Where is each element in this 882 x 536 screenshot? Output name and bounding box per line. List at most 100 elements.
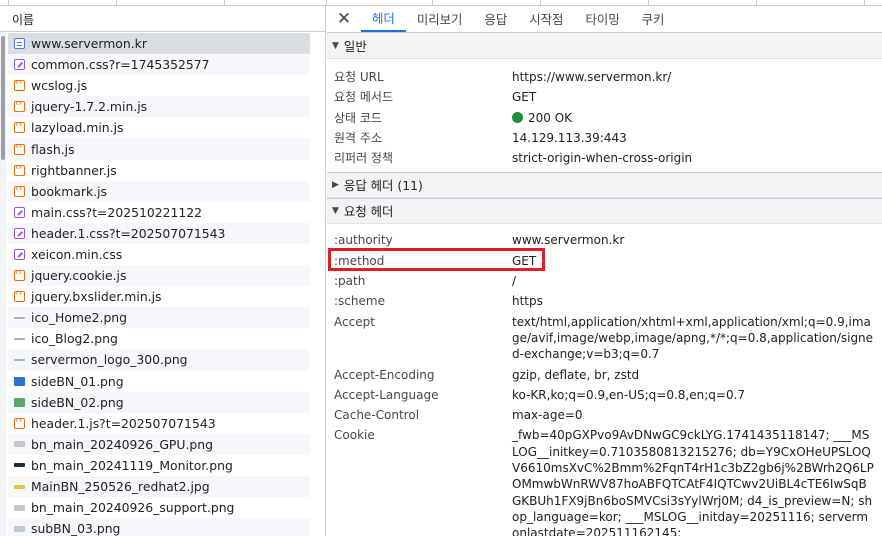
request-row[interactable]: bookmark.js xyxy=(8,180,310,202)
request-row[interactable]: jquery.cookie.js xyxy=(8,265,310,287)
request-name: sideBN_02.png xyxy=(31,394,124,410)
details-tab-bar: ✕ 헤더 미리보기 응답 시작점 타이밍 쿠키 xyxy=(327,6,882,33)
script-icon xyxy=(14,289,25,303)
general-section-title: 일반 xyxy=(343,38,367,54)
header-name: :authority xyxy=(334,233,393,248)
request-name: subBN_03.png xyxy=(31,521,121,536)
header-value: www.servermon.kr xyxy=(512,233,625,248)
request-row[interactable]: ico_Blog2.png xyxy=(8,328,310,349)
script-icon xyxy=(14,99,25,113)
header-row: 원격 주소 14.129.113.39:443 xyxy=(327,128,882,148)
request-row[interactable]: jquery.bxslider.min.js xyxy=(8,286,310,307)
script-icon xyxy=(14,268,25,282)
request-row[interactable]: sideBN_01.png xyxy=(8,371,310,392)
header-name: 요청 메서드 xyxy=(334,90,394,105)
request-row[interactable]: common.css?r=1745352577 xyxy=(8,54,310,76)
request-name: jquery.bxslider.min.js xyxy=(31,289,162,305)
request-name: www.servermon.kr xyxy=(31,36,147,52)
request-row[interactable]: servermon_logo_300.png xyxy=(8,349,310,371)
name-column-header[interactable]: 이름 xyxy=(0,6,325,32)
header-name: Cache-Control xyxy=(334,408,420,423)
triangle-right-icon: ▶ xyxy=(332,180,339,191)
header-value: max-age=0 xyxy=(512,408,583,423)
request-row[interactable]: flash.js xyxy=(8,138,310,160)
header-value: strict-origin-when-cross-origin xyxy=(512,151,693,166)
request-row[interactable]: ico_Home2.png xyxy=(8,307,310,329)
request-row[interactable]: xeicon.min.css xyxy=(8,244,310,265)
stylesheet-icon xyxy=(14,248,25,260)
header-value: ko-KR,ko;q=0.9,en-US;q=0.8,en;q=0.7 xyxy=(512,387,746,402)
request-name: jquery.cookie.js xyxy=(31,268,127,284)
request-row[interactable]: wcslog.js xyxy=(8,75,310,96)
stylesheet-icon xyxy=(14,227,25,239)
script-icon xyxy=(14,163,25,176)
request-row[interactable]: bn_main_20240926_support.png xyxy=(8,497,310,518)
header-name: :path xyxy=(334,274,366,289)
request-row[interactable]: www.servermon.kr xyxy=(8,33,310,55)
header-row: Accept-Language ko-KR,ko;q=0.9,en-US;q=0.… xyxy=(327,385,882,405)
stylesheet-icon xyxy=(14,206,25,218)
image-thumb-icon xyxy=(14,441,25,448)
tab-preview[interactable]: 미리보기 xyxy=(406,6,474,32)
request-headers-section: :authority www.servermon.kr:method GET:pat… xyxy=(327,224,882,536)
request-list: www.servermon.kr common.css?r=1745352577 w… xyxy=(8,33,310,536)
header-value: text/html,application/xhtml+xml,applicat… xyxy=(512,314,874,362)
header-name: 리퍼러 정책 xyxy=(334,151,394,166)
request-name: bookmark.js xyxy=(31,183,107,199)
request-headers-section-header[interactable]: ▼ 요청 헤더 xyxy=(327,198,882,225)
request-name: flash.js xyxy=(31,141,75,157)
request-row[interactable]: header.1.css?t=202507071543 xyxy=(8,222,310,244)
header-value: 200 OK xyxy=(512,110,874,126)
header-row: Cache-Control max-age=0 xyxy=(327,405,882,425)
request-row[interactable]: main.css?t=202510221122 xyxy=(8,202,310,223)
image-thumb-icon xyxy=(14,463,25,468)
tab-headers[interactable]: 헤더 xyxy=(361,6,406,32)
request-name: ico_Blog2.png xyxy=(31,331,118,347)
general-section-header[interactable]: ▼ 일반 xyxy=(327,33,882,59)
request-name: bn_main_20240926_GPU.png xyxy=(31,436,213,452)
response-headers-section-header[interactable]: ▶ 응답 헤더 (11) xyxy=(327,172,882,199)
request-row[interactable]: subBN_03.png xyxy=(8,518,310,536)
header-row: 요청 URL https://www.servermon.kr/ xyxy=(327,67,882,87)
tab-initiator[interactable]: 시작점 xyxy=(518,6,574,32)
tab-timing[interactable]: 타이밍 xyxy=(574,6,630,32)
scrollbar-thumb[interactable] xyxy=(1,36,5,160)
request-row[interactable]: bn_main_20240926_GPU.png xyxy=(8,433,310,455)
header-row: Cookie _fwb=40pGXPvo9AvDNwGC9ckLYG.174143… xyxy=(327,425,882,536)
image-thumb-icon xyxy=(14,504,25,511)
tab-response[interactable]: 응답 xyxy=(473,6,518,32)
header-row: :path / xyxy=(327,271,882,291)
request-details-pane: ✕ 헤더 미리보기 응답 시작점 타이밍 쿠키 ▼ 일반 요청 URL https… xyxy=(327,6,882,536)
request-row[interactable]: header.1.js?t=202507071543 xyxy=(8,413,310,434)
script-icon xyxy=(14,142,25,155)
header-value: / xyxy=(512,274,517,289)
tab-cookies[interactable]: 쿠키 xyxy=(631,6,676,32)
request-row[interactable]: jquery-1.7.2.min.js xyxy=(8,96,310,118)
image-thumb-icon xyxy=(14,376,25,386)
image-thumb-icon xyxy=(14,337,25,340)
request-name: bn_main_20240926_support.png xyxy=(31,500,235,516)
request-name: header.1.css?t=202507071543 xyxy=(31,225,226,241)
header-name: 상태 코드 xyxy=(334,110,382,125)
header-value: GET xyxy=(512,90,537,105)
request-row[interactable]: lazyload.min.js xyxy=(8,117,310,138)
script-icon xyxy=(14,184,25,197)
request-row[interactable]: MainBN_250526_redhat2.jpg xyxy=(8,475,310,498)
request-name: servermon_logo_300.png xyxy=(31,352,188,368)
request-name: bn_main_20241119_Monitor.png xyxy=(31,457,233,473)
request-row[interactable]: rightbanner.js xyxy=(8,160,310,181)
image-thumb-icon xyxy=(14,397,25,407)
header-name: 원격 주소 xyxy=(334,130,382,145)
request-row[interactable]: bn_main_20241119_Monitor.png xyxy=(8,455,310,476)
header-value: gzip, deflate, br, zstd xyxy=(512,367,640,382)
status-code-text: 200 OK xyxy=(528,110,573,125)
status-ok-icon xyxy=(512,111,523,123)
header-value: https xyxy=(512,294,543,309)
triangle-down-icon: ▼ xyxy=(332,40,339,51)
request-row[interactable]: sideBN_02.png xyxy=(8,391,310,413)
close-icon[interactable]: ✕ xyxy=(327,6,361,32)
request-name: common.css?r=1745352577 xyxy=(31,57,210,73)
script-icon xyxy=(14,416,25,429)
header-name: Accept xyxy=(334,314,375,329)
request-list-scrollbar[interactable] xyxy=(0,32,6,536)
